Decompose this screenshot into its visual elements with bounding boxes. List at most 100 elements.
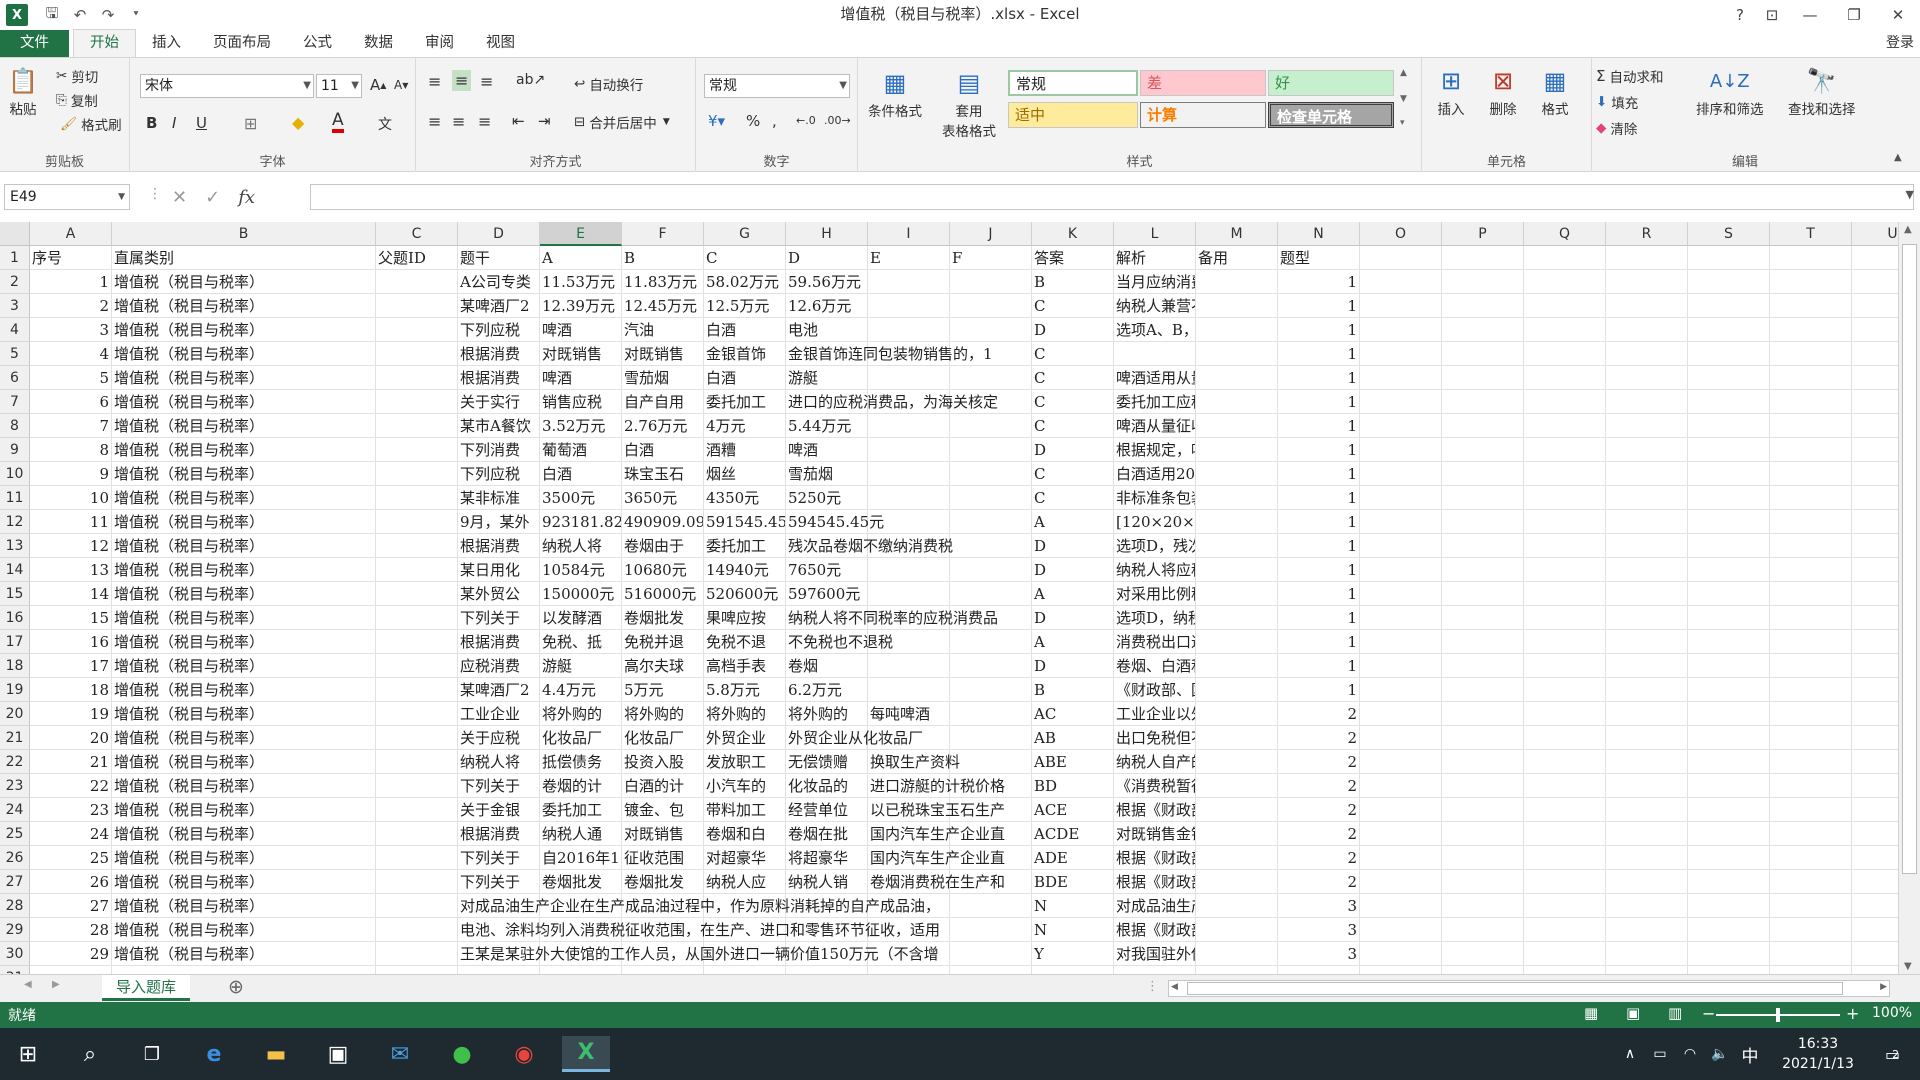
column-header-m[interactable]: M <box>1196 222 1278 246</box>
styles-more-icon[interactable]: ▾ <box>1400 118 1405 128</box>
cell[interactable] <box>1196 606 1278 630</box>
cell[interactable] <box>1606 942 1688 966</box>
cell[interactable]: 将外购的 <box>704 702 786 726</box>
row-header[interactable]: 6 <box>0 366 30 390</box>
cell[interactable] <box>1770 894 1852 918</box>
cell[interactable] <box>1032 966 1114 974</box>
cell[interactable]: 7 <box>30 414 112 438</box>
cell[interactable]: 4万元 <box>704 414 786 438</box>
cell[interactable] <box>1360 438 1442 462</box>
ribbon-display-options-button[interactable]: ⊡ <box>1756 0 1788 30</box>
cell[interactable] <box>1360 390 1442 414</box>
cell[interactable]: 16 <box>30 630 112 654</box>
cell[interactable]: E <box>868 246 950 270</box>
cell[interactable] <box>1360 798 1442 822</box>
tab-split-grip-icon[interactable]: ⋮ <box>1146 979 1159 994</box>
borders-icon[interactable]: ⊞ <box>244 114 257 133</box>
cell[interactable]: 增值税（税目与税率） <box>112 870 376 894</box>
cell[interactable]: 10680元 <box>622 558 704 582</box>
cell[interactable]: 12.6万元 <box>786 294 868 318</box>
cell[interactable]: 工业企业以外的单位 <box>1114 702 1196 726</box>
cell[interactable]: 591545.45 <box>704 510 786 534</box>
cell[interactable] <box>1770 726 1852 750</box>
cell[interactable]: 啤酒适用从量定额征 <box>1114 366 1196 390</box>
currency-icon[interactable]: ¥▾ <box>708 112 725 130</box>
cell[interactable] <box>950 294 1032 318</box>
cell[interactable]: 22 <box>30 774 112 798</box>
cell[interactable] <box>1360 726 1442 750</box>
cell[interactable]: 小汽车的 <box>704 774 786 798</box>
cell[interactable] <box>1442 702 1524 726</box>
cell[interactable]: C <box>1032 342 1114 366</box>
cell[interactable] <box>1524 846 1606 870</box>
page-break-view-icon[interactable]: ▥ <box>1668 1004 1682 1022</box>
cell[interactable] <box>1196 822 1278 846</box>
chrome-icon[interactable]: ◉ <box>504 1036 544 1072</box>
cell[interactable] <box>1524 270 1606 294</box>
cell[interactable]: 白酒 <box>540 462 622 486</box>
cell[interactable] <box>868 294 950 318</box>
cell[interactable] <box>376 822 458 846</box>
cell[interactable] <box>1524 750 1606 774</box>
cell[interactable]: 58.02万元 <box>704 270 786 294</box>
merge-center-button[interactable]: ⊟ 合并后居中 ▼ <box>574 112 670 132</box>
cell[interactable]: 增值税（税目与税率） <box>112 942 376 966</box>
insert-cells-button[interactable]: ⊞ 插入 <box>1434 64 1468 118</box>
cell[interactable]: 4.4万元 <box>540 678 622 702</box>
cell[interactable]: 14 <box>30 582 112 606</box>
cell[interactable]: 28 <box>30 918 112 942</box>
cell[interactable]: A <box>1032 630 1114 654</box>
cell[interactable]: 残次品卷烟不缴纳消费税 <box>786 534 953 558</box>
cell[interactable]: B <box>1032 678 1114 702</box>
cell[interactable] <box>1442 366 1524 390</box>
cell[interactable]: 10584元 <box>540 558 622 582</box>
cell[interactable]: 11 <box>30 510 112 534</box>
cell[interactable] <box>1852 390 1898 414</box>
cell[interactable]: 卷烟批发 <box>540 870 622 894</box>
cell[interactable] <box>1688 870 1770 894</box>
cell[interactable] <box>1360 318 1442 342</box>
cell[interactable]: 增值税（税目与税率） <box>112 702 376 726</box>
cell[interactable]: 金银首饰连同包装物销售的，1 <box>786 342 993 366</box>
cell[interactable] <box>376 894 458 918</box>
cell[interactable]: 增值税（税目与税率） <box>112 462 376 486</box>
cell[interactable]: 消费税出口退（免） <box>1114 630 1196 654</box>
percent-button[interactable]: % <box>746 112 760 130</box>
cell[interactable]: A <box>540 246 622 270</box>
cell[interactable] <box>950 486 1032 510</box>
cell[interactable] <box>1196 894 1278 918</box>
cell[interactable] <box>1196 630 1278 654</box>
cell[interactable] <box>1770 870 1852 894</box>
italic-button[interactable]: I <box>172 114 176 132</box>
cell[interactable] <box>950 654 1032 678</box>
cell[interactable] <box>1360 966 1442 974</box>
cell[interactable] <box>376 342 458 366</box>
cell[interactable] <box>1606 558 1688 582</box>
cell[interactable]: 3 <box>30 318 112 342</box>
cell[interactable]: 1 <box>1278 582 1360 606</box>
cell[interactable] <box>1852 726 1898 750</box>
cell[interactable]: 以已税珠宝玉石生产 <box>868 798 1005 822</box>
mail-icon[interactable]: ✉ <box>380 1036 420 1072</box>
cell[interactable]: 20 <box>30 726 112 750</box>
cell[interactable]: 59.56万元 <box>786 270 868 294</box>
cell[interactable] <box>1606 630 1688 654</box>
cell[interactable] <box>1524 630 1606 654</box>
cell[interactable]: 5.8万元 <box>704 678 786 702</box>
cell[interactable]: 题干 <box>458 246 540 270</box>
cell[interactable]: 增值税（税目与税率） <box>112 342 376 366</box>
cell[interactable] <box>950 438 1032 462</box>
cell[interactable] <box>376 414 458 438</box>
column-header-f[interactable]: F <box>622 222 704 246</box>
cell[interactable] <box>1606 438 1688 462</box>
cell[interactable] <box>1360 678 1442 702</box>
cell[interactable]: C <box>1032 294 1114 318</box>
cell[interactable]: 自2016年1 <box>540 846 622 870</box>
cell[interactable]: N <box>1032 894 1114 918</box>
cell[interactable]: 某外贸公 <box>458 582 540 606</box>
cell[interactable] <box>1770 942 1852 966</box>
cell[interactable] <box>1606 702 1688 726</box>
cell[interactable]: ACE <box>1032 798 1114 822</box>
cell[interactable] <box>1606 534 1688 558</box>
cell[interactable]: 某日用化 <box>458 558 540 582</box>
